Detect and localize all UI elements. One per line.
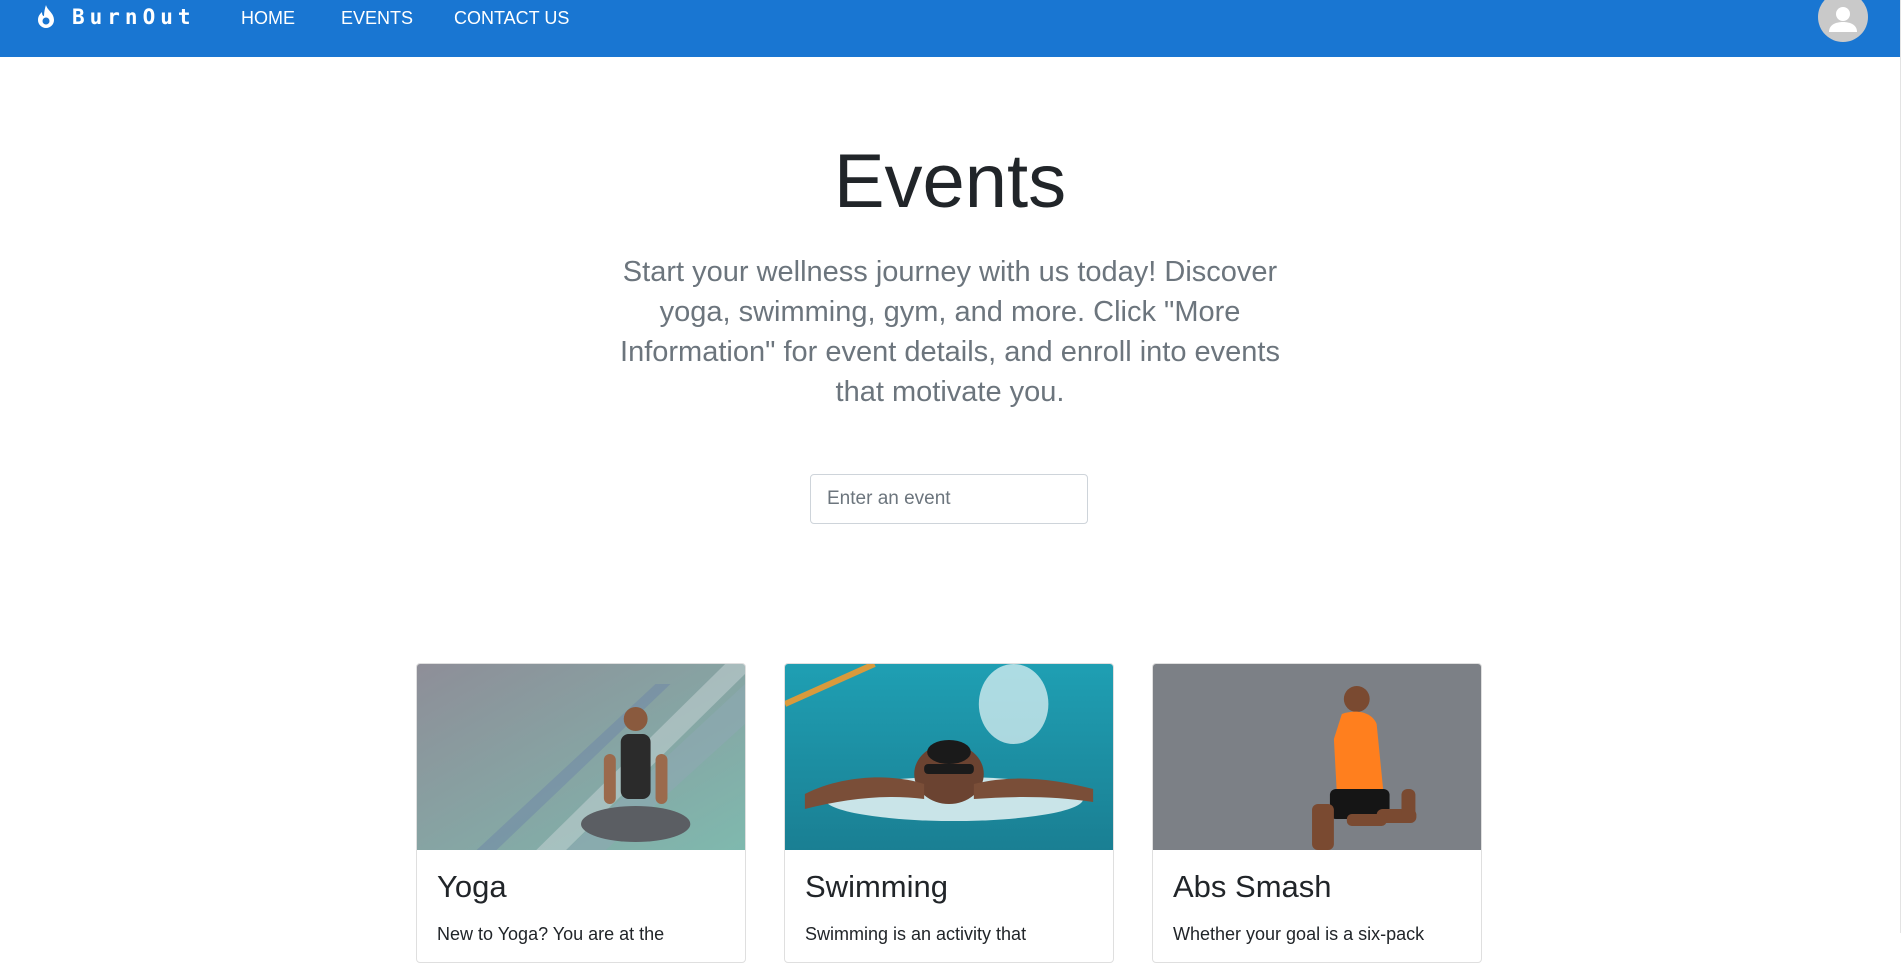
navbar: BurnOut HOME EVENTS CONTACT US [0,0,1900,57]
card-title: Yoga [437,869,507,904]
nav-events[interactable]: EVENTS [341,7,413,29]
nav-contact-us[interactable]: CONTACT US [454,7,569,29]
yoga-photo [417,664,745,850]
user-avatar-icon[interactable] [1818,0,1868,42]
event-card-swimming[interactable]: Swimming Swimming is an activity that [784,663,1114,963]
page-lead: Start your wellness journey with us toda… [620,256,1280,408]
card-description: New to Yoga? You are at the [437,924,665,944]
swimming-photo [785,664,1113,850]
event-card-yoga[interactable]: Yoga New to Yoga? You are at the [416,663,746,963]
flame-icon [34,4,58,30]
event-card-abs-smash[interactable]: Abs Smash Whether your goal is a six-pac… [1152,663,1482,963]
brand-link[interactable]: BurnOut [34,2,196,32]
abs-smash-photo [1153,664,1481,850]
card-title: Swimming [805,869,948,904]
event-search-input[interactable] [810,474,1088,524]
card-description: Whether your goal is a six-pack [1173,924,1425,944]
card-title: Abs Smash [1173,869,1332,904]
nav-home[interactable]: HOME [241,7,295,29]
page-title: Events [833,139,1067,224]
brand-name: BurnOut [72,5,196,29]
card-description: Swimming is an activity that [805,924,1027,944]
